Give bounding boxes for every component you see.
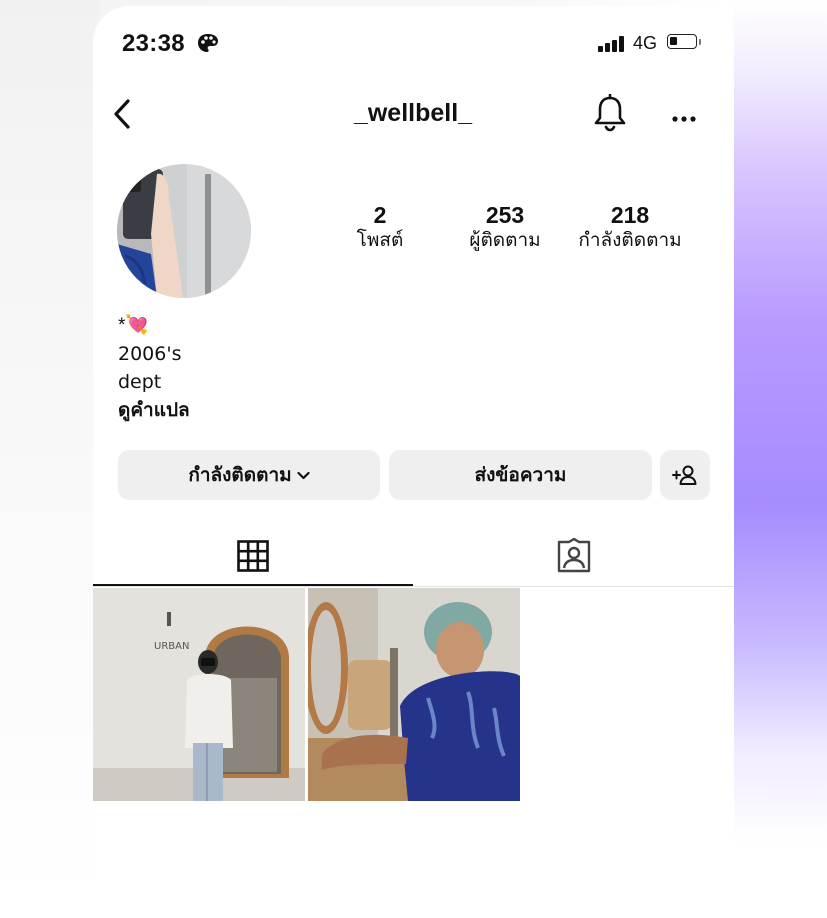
post-thumbnail[interactable]: URBAN: [93, 588, 305, 801]
palette-icon: [197, 33, 219, 57]
stat-followers[interactable]: 253 ผู้ติดตาม: [454, 202, 556, 252]
bio-line-1: *💘: [118, 315, 150, 336]
following-button[interactable]: กำลังติดตาม: [118, 450, 380, 500]
tab-posts-grid[interactable]: [93, 526, 413, 586]
profile-username: _wellbell_: [353, 99, 473, 127]
tab-divider: [93, 586, 734, 587]
urban-sign-text: URBAN: [154, 641, 189, 652]
background-bottom-fade: [0, 860, 827, 918]
avatar[interactable]: [117, 164, 251, 298]
battery-tip: [699, 39, 701, 45]
stat-posts[interactable]: 2 โพสต์: [345, 202, 415, 252]
battery-fill: [670, 37, 677, 45]
bell-icon[interactable]: [593, 93, 627, 136]
battery-icon: [667, 34, 697, 49]
add-person-icon: [672, 464, 698, 486]
grid-icon: [237, 540, 269, 572]
see-translation-link[interactable]: ดูคำแปล: [118, 396, 190, 424]
chevron-down-icon: [297, 471, 310, 480]
background-left: [0, 0, 100, 918]
stat-following[interactable]: 218 กำลังติดตาม: [566, 202, 694, 252]
phone-screen: 23:38 4G _wellbell_ 2 โพสต์ 253 ผู้ติดตา…: [93, 6, 734, 906]
bio: *💘 2006's dept ดูคำแปล: [118, 312, 190, 424]
message-button-label: ส่งข้อความ: [474, 464, 567, 486]
stat-followers-count: 253: [485, 202, 525, 228]
post-thumbnail[interactable]: [308, 588, 520, 801]
stat-posts-count: 2: [373, 202, 387, 228]
status-time: 23:38: [122, 30, 185, 57]
message-button[interactable]: ส่งข้อความ: [389, 450, 652, 500]
suggested-people-button[interactable]: [660, 450, 710, 500]
background-right-gradient: [733, 0, 827, 918]
stat-following-count: 218: [610, 202, 650, 228]
signal-icon: [598, 36, 628, 56]
stat-following-label: กำลังติดตาม: [578, 229, 682, 251]
following-button-label: กำลังติดตาม: [188, 464, 292, 486]
back-arrow-icon[interactable]: [111, 98, 133, 134]
stat-posts-label: โพสต์: [356, 229, 404, 251]
bio-line-3: dept: [118, 371, 162, 393]
network-type: 4G: [633, 33, 658, 53]
tab-tagged[interactable]: [413, 526, 734, 586]
more-icon[interactable]: [671, 108, 697, 127]
stat-followers-label: ผู้ติดตาม: [469, 229, 541, 251]
bio-line-2: 2006's: [118, 343, 182, 365]
tagged-icon: [556, 538, 592, 574]
